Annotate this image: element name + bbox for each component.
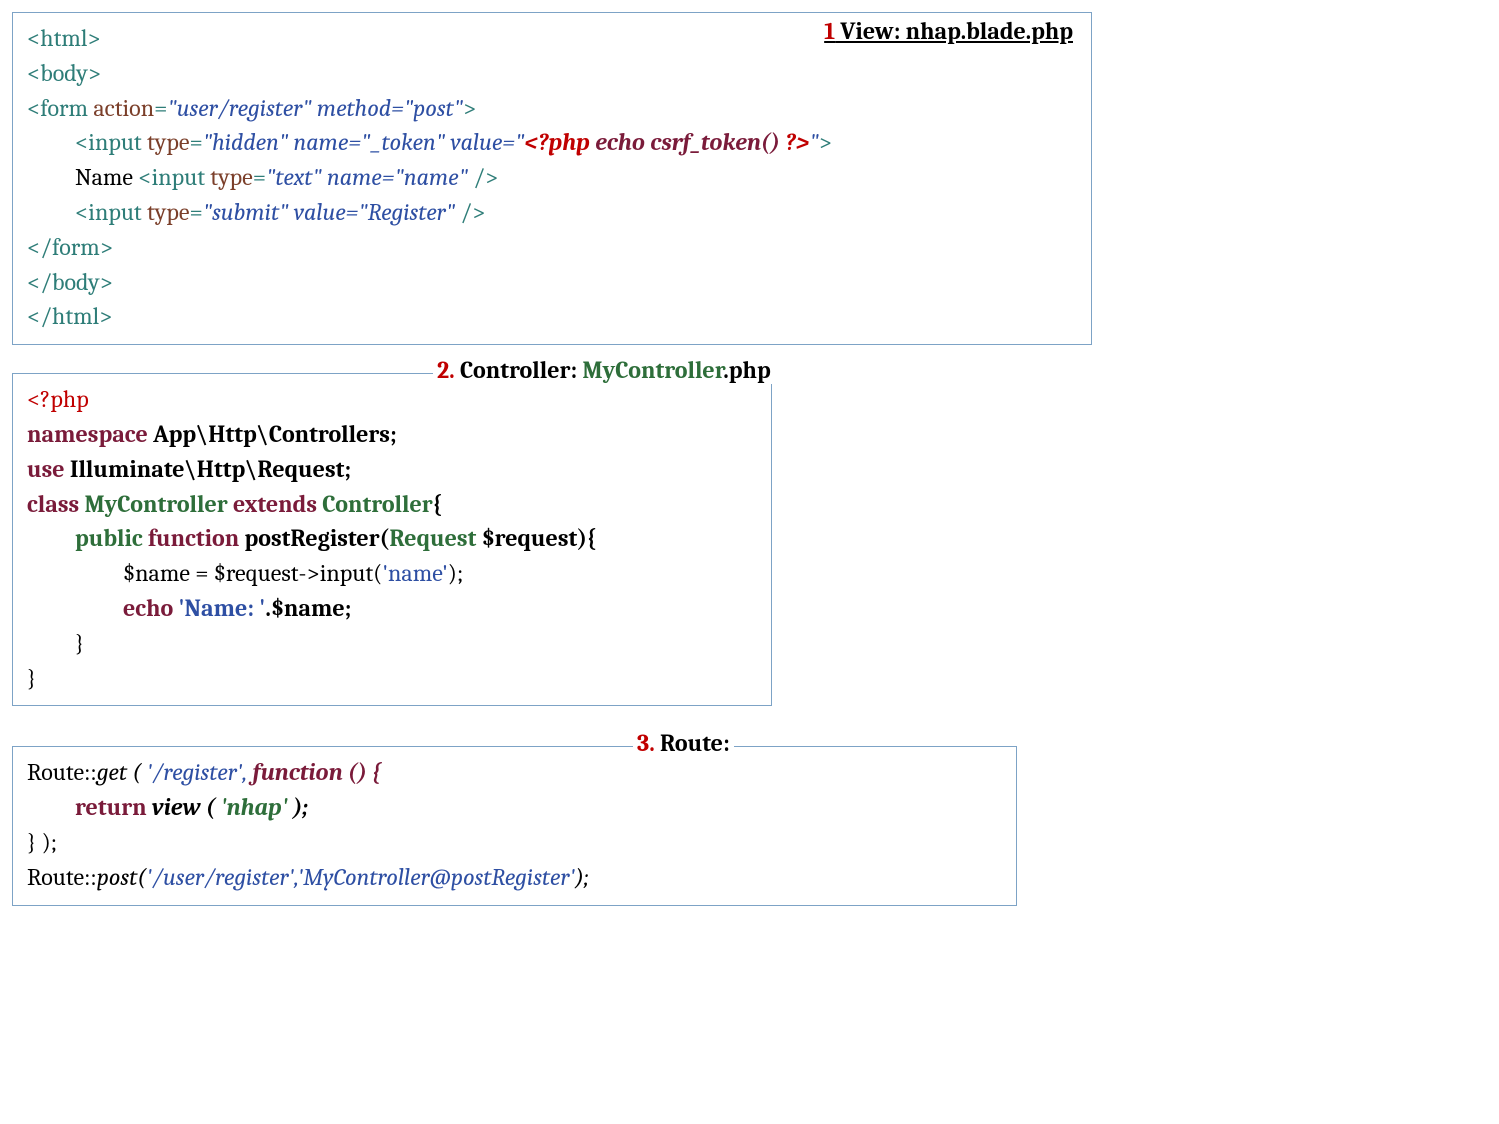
route-heading: 3. Route: — [633, 729, 734, 757]
code-line: class MyController extends Controller{ — [27, 487, 757, 522]
heading-text: View: nhap.blade.php — [835, 17, 1073, 45]
code-line: </html> — [27, 299, 1077, 334]
code-line: Name <input type="text" name="name" /> — [27, 160, 1077, 195]
heading-number: 2. — [437, 356, 455, 384]
code-line: use Illuminate\Http\Request; — [27, 452, 757, 487]
heading-number: 1 — [824, 17, 835, 45]
route-panel: 3. Route: Route::get ( '/register', func… — [12, 746, 1017, 905]
code-line: } ); — [27, 825, 1002, 860]
code-line: <input type="submit" value="Register" /> — [27, 195, 1077, 230]
controller-heading: 2. Controller: MyController.php — [433, 356, 775, 384]
code-line: Route::get ( '/register', function () { — [27, 755, 1002, 790]
controller-panel: 2. Controller: MyController.php <?php na… — [12, 373, 772, 706]
code-line: <?php — [27, 382, 757, 417]
code-line: <input type="hidden" name="_token" value… — [27, 125, 1077, 160]
code-line: namespace App\Http\Controllers; — [27, 417, 757, 452]
code-line: </form> — [27, 230, 1077, 265]
code-line: <form action="user/register" method="pos… — [27, 91, 1077, 126]
code-line: <body> — [27, 56, 1077, 91]
code-line: } — [27, 661, 757, 696]
view-heading: 1 View: nhap.blade.php — [820, 17, 1077, 45]
heading-number: 3. — [637, 729, 655, 757]
view-panel: 1 View: nhap.blade.php <html> <body> <fo… — [12, 12, 1092, 345]
code-line: </body> — [27, 265, 1077, 300]
code-line: public function postRegister(Request $re… — [27, 521, 757, 556]
code-line: $name = $request->input('name'); — [27, 556, 757, 591]
code-line: return view ( 'nhap' ); — [27, 790, 1002, 825]
code-line: echo 'Name: '.$name; — [27, 591, 757, 626]
code-line: Route::post('/user/register','MyControll… — [27, 860, 1002, 895]
code-line: } — [27, 626, 757, 661]
